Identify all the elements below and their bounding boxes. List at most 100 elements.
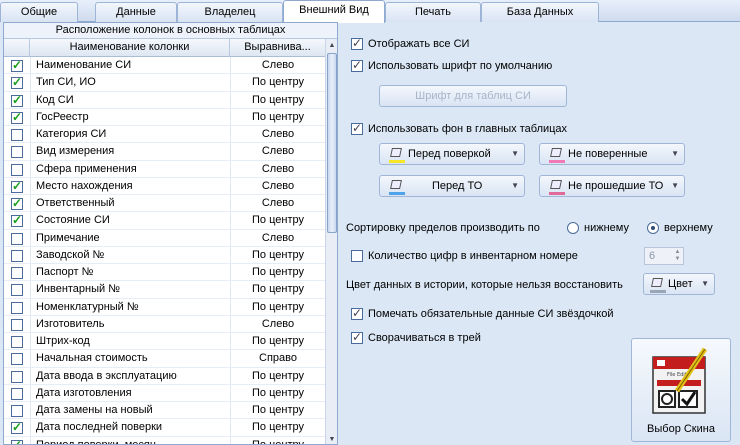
table-row[interactable]: Место нахождения Слево (4, 178, 326, 195)
failed-maintenance-color-button[interactable]: Не прошедшие ТО ▼ (539, 175, 685, 197)
row-align[interactable]: По центру (230, 110, 326, 125)
table-row[interactable]: Дата замены на новый По центру (4, 402, 326, 420)
table-row[interactable]: Наименование СИ Слево (4, 57, 326, 75)
table-row[interactable]: Дата изготовления По центру (4, 385, 326, 402)
row-align[interactable]: По центру (230, 282, 326, 297)
row-checkbox[interactable] (11, 249, 23, 262)
row-align[interactable]: По центру (230, 93, 326, 108)
row-checkbox[interactable] (11, 301, 23, 314)
checkbox-box[interactable] (351, 306, 363, 320)
table-row[interactable]: Инвентарный № По центру (4, 281, 326, 299)
row-checkbox[interactable] (11, 405, 23, 417)
table-row[interactable]: Номенклатурный № По центру (4, 299, 326, 316)
columns-scrollbar[interactable]: ▲ ▼ (325, 39, 337, 444)
row-checkbox[interactable] (11, 353, 23, 366)
row-checkbox[interactable] (11, 163, 23, 176)
row-align[interactable]: По центру (230, 369, 326, 384)
row-align[interactable]: По центру (230, 438, 326, 445)
row-checkbox[interactable] (11, 213, 23, 228)
row-checkbox[interactable] (11, 75, 23, 90)
table-row[interactable]: Вид измерения Слево (4, 143, 326, 161)
row-align[interactable]: Слево (230, 196, 326, 211)
checkbox-box[interactable] (351, 36, 363, 50)
row-align[interactable]: Слево (230, 162, 326, 177)
row-checkbox[interactable] (11, 196, 23, 210)
row-align[interactable]: По центру (230, 265, 326, 280)
table-row[interactable]: Паспорт № По центру (4, 264, 326, 282)
checkbox-box[interactable] (351, 58, 363, 72)
row-align[interactable]: По центру (230, 420, 326, 435)
table-row[interactable]: Примечание Слево (4, 230, 326, 247)
scroll-up-icon[interactable]: ▲ (327, 40, 337, 51)
checkbox-box[interactable] (351, 330, 363, 344)
row-align[interactable]: Слево (230, 144, 326, 159)
table-row[interactable]: Категория СИ Слево (4, 126, 326, 144)
font-button[interactable]: Шрифт для таблиц СИ (379, 85, 567, 107)
row-checkbox[interactable] (11, 110, 23, 124)
checkbox-box[interactable] (351, 121, 363, 135)
table-row[interactable]: Ответственный Слево (4, 195, 326, 213)
choose-skin-button[interactable]: File Edit Выбор Скина (631, 338, 731, 442)
table-row[interactable]: Дата последней поверки По центру (4, 419, 326, 437)
row-align[interactable]: Справо (230, 351, 326, 366)
header-check-column (4, 39, 30, 57)
tab-print[interactable]: Печать (385, 2, 481, 22)
row-align[interactable]: По центру (230, 334, 326, 349)
row-checkbox[interactable] (11, 336, 23, 348)
row-align[interactable]: По центру (230, 386, 326, 401)
row-checkbox[interactable] (11, 232, 23, 245)
header-name[interactable]: Наименование колонки (30, 39, 230, 57)
table-row[interactable]: Состояние СИ По центру (4, 212, 326, 230)
row-align[interactable]: По центру (230, 248, 326, 263)
row-align[interactable]: Слево (230, 58, 326, 73)
row-checkbox[interactable] (11, 58, 23, 72)
row-align[interactable]: Слево (230, 127, 326, 142)
table-row[interactable]: Начальная стоимость Справо (4, 350, 326, 368)
row-checkbox[interactable] (11, 93, 23, 107)
row-checkbox[interactable] (11, 179, 23, 193)
tab-data[interactable]: Данные (95, 2, 177, 22)
before-maintenance-color-button[interactable]: Перед ТО ▼ (379, 175, 525, 197)
spinner-arrows-icon[interactable]: ▲ ▼ (673, 249, 682, 263)
radio-circle[interactable] (647, 222, 659, 234)
row-align[interactable]: По центру (230, 403, 326, 418)
scroll-down-icon[interactable]: ▼ (327, 434, 337, 444)
table-row[interactable]: Штрих-код По центру (4, 333, 326, 351)
row-checkbox[interactable] (11, 146, 23, 159)
tab-owner[interactable]: Владелец (177, 2, 283, 22)
row-checkbox[interactable] (11, 420, 23, 435)
checkbox-box[interactable] (351, 250, 363, 262)
header-align[interactable]: Выравнива... (230, 39, 326, 57)
table-row[interactable]: Код СИ По центру (4, 92, 326, 109)
row-checkbox[interactable] (11, 370, 23, 383)
radio-circle[interactable] (567, 222, 579, 234)
before-verification-color-button[interactable]: Перед поверкой ▼ (379, 143, 525, 165)
row-checkbox[interactable] (11, 129, 23, 141)
tab-appearance[interactable]: Внешний Вид (283, 0, 385, 23)
row-align[interactable]: По центру (230, 75, 326, 90)
tab-general[interactable]: Общие (0, 2, 78, 22)
row-checkbox[interactable] (11, 387, 23, 400)
inventory-digits-spinner[interactable]: 6 ▲ ▼ (644, 247, 684, 265)
scroll-thumb[interactable] (327, 53, 337, 233)
history-color-button[interactable]: Цвет ▼ (643, 273, 715, 295)
table-row[interactable]: Изготовитель Слево (4, 316, 326, 333)
row-checkbox[interactable] (11, 318, 23, 331)
row-checkbox[interactable] (11, 267, 23, 279)
row-align[interactable]: По центру (230, 300, 326, 315)
row-checkbox[interactable] (11, 284, 23, 297)
row-align[interactable]: По центру (230, 213, 326, 228)
row-align[interactable]: Слево (230, 179, 326, 194)
row-align[interactable]: Слево (230, 317, 326, 332)
not-verified-color-button[interactable]: Не поверенные ▼ (539, 143, 685, 165)
table-row[interactable]: Заводской № По центру (4, 247, 326, 264)
table-row[interactable]: Тип СИ, ИО По центру (4, 74, 326, 92)
paint-bucket-icon (549, 179, 565, 195)
row-checkbox[interactable] (11, 438, 23, 444)
row-align[interactable]: Слево (230, 231, 326, 246)
table-row[interactable]: ГосРеестр По центру (4, 109, 326, 126)
table-row[interactable]: Дата ввода в эксплуатацию По центру (4, 368, 326, 385)
table-row[interactable]: Период поверки, месяц По центру (4, 437, 326, 445)
table-row[interactable]: Сфера применения Слево (4, 161, 326, 178)
tab-database[interactable]: База Данных (481, 2, 599, 22)
